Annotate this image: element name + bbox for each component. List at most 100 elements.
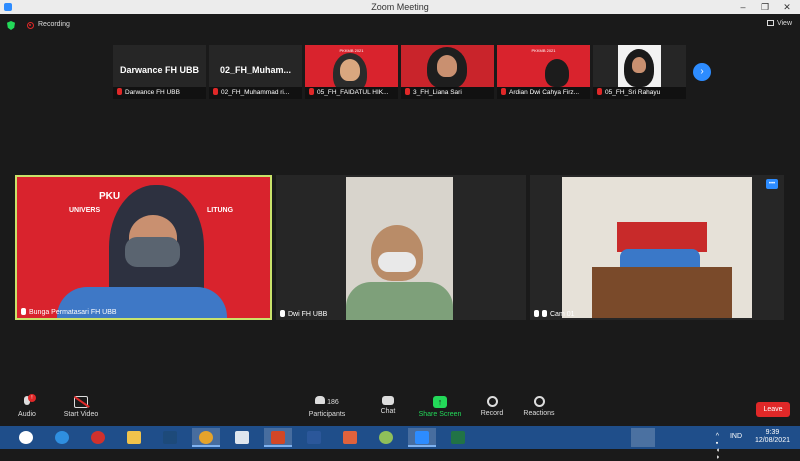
- clothing: [346, 282, 453, 320]
- table: [592, 267, 732, 318]
- paint-icon: [379, 431, 393, 444]
- chrome-icon: [199, 431, 213, 444]
- view-label: View: [776, 20, 792, 27]
- muted-mic-icon: [405, 88, 410, 95]
- participant-name: 02_FH_Muhammad ri...: [221, 89, 290, 96]
- video-feed: [562, 177, 752, 318]
- tray-app-icon[interactable]: [631, 428, 655, 447]
- muted-mic-icon: [213, 88, 218, 95]
- participant-thumbnail[interactable]: 02_FH_Muham... 02_FH_Muhammad ri...: [209, 45, 302, 99]
- video-feed: PKKMB 2021: [497, 45, 590, 87]
- participant-name-large: Darwance FH UBB: [119, 65, 200, 75]
- clock-time: 9:39: [765, 429, 780, 436]
- video-tile-active-speaker[interactable]: PKU UNIVERS LITUNG Bunga Permatasari FH …: [15, 175, 272, 320]
- word-icon: [307, 431, 321, 444]
- file-explorer-icon: [127, 431, 141, 444]
- security-shield-icon[interactable]: [7, 21, 15, 30]
- window-titlebar: Zoom Meeting – ❐ ✕: [0, 0, 800, 14]
- maximize-icon[interactable]: ❐: [754, 0, 776, 14]
- participant-name-large: 02_FH_Muham...: [219, 65, 292, 75]
- people-icon: [315, 396, 326, 404]
- chat-label: Chat: [380, 408, 396, 415]
- app-icon: [163, 431, 177, 444]
- people: [620, 249, 700, 267]
- video-tile[interactable]: Dwi FH UBB: [276, 175, 526, 320]
- muted-mic-icon: [534, 310, 539, 317]
- taskbar-app[interactable]: [336, 428, 364, 447]
- taskbar-app[interactable]: [156, 428, 184, 447]
- face: [340, 59, 360, 81]
- smiley-plus-icon: [533, 396, 545, 407]
- record-label: Record: [480, 410, 504, 417]
- banner-text: LITUNG: [207, 207, 234, 214]
- video-feed: [346, 177, 453, 320]
- video-camera-off-icon: [74, 395, 90, 408]
- banner-text: UNIVERS: [69, 207, 101, 214]
- face: [632, 57, 646, 73]
- zoom-icon: [415, 431, 429, 444]
- language-indicator[interactable]: IND: [730, 433, 742, 440]
- reactions-button[interactable]: Reactions: [521, 396, 557, 417]
- view-button[interactable]: View: [766, 20, 792, 27]
- participants-count: 186: [327, 399, 339, 406]
- participant-thumbnail[interactable]: 05_FH_Sri Rahayu: [593, 45, 686, 99]
- recording-icon: [27, 22, 34, 29]
- share-screen-label: Share Screen: [418, 411, 462, 418]
- video-tile[interactable]: ••• Cam 01: [530, 175, 784, 320]
- taskbar-app[interactable]: [12, 428, 40, 447]
- taskbar-app[interactable]: [300, 428, 328, 447]
- taskbar-app[interactable]: [372, 428, 400, 447]
- minimize-icon[interactable]: –: [732, 0, 754, 14]
- meeting-topbar: Recording View: [0, 14, 800, 36]
- participant-name: Bunga Permatasari FH UBB: [29, 309, 117, 316]
- tile-options-icon[interactable]: •••: [766, 179, 778, 189]
- tray-icons[interactable]: ^ ▪ ◖ ◗: [716, 433, 722, 461]
- microphone-icon: !: [20, 394, 36, 408]
- chat-button[interactable]: Chat: [376, 396, 400, 415]
- taskbar-app[interactable]: [84, 428, 112, 447]
- media-player-icon: [91, 431, 105, 444]
- taskbar-app[interactable]: [444, 428, 472, 447]
- clock[interactable]: 9:39 12/08/2021: [755, 429, 790, 445]
- participant-name: 3_FH_Liana Sari: [413, 89, 462, 96]
- face-mask: [125, 237, 180, 267]
- muted-mic-icon: [542, 310, 547, 317]
- banner-text: PKU: [99, 191, 121, 202]
- leave-button[interactable]: Leave: [756, 402, 790, 417]
- face: [437, 55, 457, 77]
- participant-thumbnail[interactable]: Darwance FH UBB Darwance FH UBB: [113, 45, 206, 99]
- meeting-toolbar: ! Audio Start Video 186 Participants Cha…: [0, 392, 800, 426]
- poster-text: PKKMB 2021: [531, 48, 556, 53]
- video-feed: [401, 45, 494, 89]
- participants-button[interactable]: 186 Participants: [306, 396, 348, 418]
- taskbar-app[interactable]: [48, 428, 76, 447]
- taskbar-app[interactable]: [192, 428, 220, 447]
- grid-view-icon: [766, 20, 774, 26]
- record-icon: [486, 396, 498, 407]
- taskbar-app[interactable]: [228, 428, 256, 447]
- taskbar-app[interactable]: [264, 428, 292, 447]
- muted-mic-icon: [21, 308, 26, 315]
- taskbar-app[interactable]: [408, 428, 436, 447]
- start-video-button[interactable]: Start Video: [60, 395, 102, 418]
- close-icon[interactable]: ✕: [776, 0, 798, 14]
- participant-name: Darwance FH UBB: [125, 89, 180, 96]
- audio-button[interactable]: ! Audio: [12, 394, 42, 418]
- windows-taskbar: ^ ▪ ◖ ◗ IND 9:39 12/08/2021: [0, 426, 800, 461]
- muted-mic-icon: [501, 88, 506, 95]
- start-video-label: Start Video: [63, 411, 99, 418]
- next-page-chevron-icon[interactable]: ›: [693, 63, 711, 81]
- internet-explorer-icon: [55, 431, 69, 444]
- share-screen-button[interactable]: ↑ Share Screen: [416, 396, 464, 418]
- participant-thumbnail[interactable]: 3_FH_Liana Sari: [401, 45, 494, 99]
- taskbar-app[interactable]: [120, 428, 148, 447]
- audio-alert-badge: !: [28, 394, 36, 402]
- participant-thumbnail[interactable]: PKKMB 2021 Ardian Dwi Cahya Firz...: [497, 45, 590, 99]
- chat-bubble-icon: [382, 396, 394, 405]
- participant-name: 05_FH_FAIDATUL HIK...: [317, 89, 389, 96]
- record-button[interactable]: Record: [478, 396, 506, 417]
- window-title: Zoom Meeting: [371, 2, 429, 12]
- face-mask: [378, 252, 416, 272]
- participant-name: Cam 01: [550, 311, 575, 318]
- participant-thumbnail[interactable]: PKKMB 2021 05_FH_FAIDATUL HIK...: [305, 45, 398, 99]
